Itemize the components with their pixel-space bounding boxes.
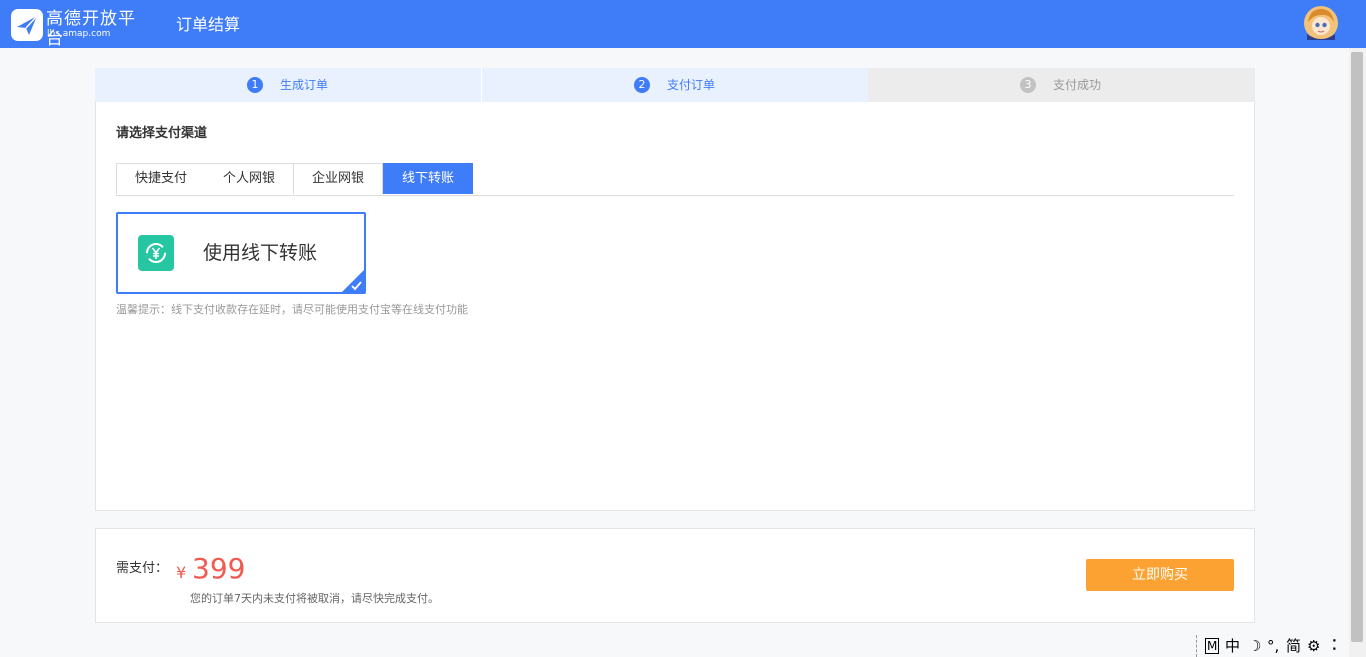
step-number: 1 (247, 77, 263, 93)
warm-tip-text: 温馨提示：线下支付收款存在延时，请尽可能使用支付宝等在线支付功能 (116, 303, 468, 316)
ime-toolbar: M 中 ☽ °, 简 ⚙ ⠅ (1196, 635, 1347, 657)
selected-check-icon (342, 270, 364, 292)
checkout-summary-card: 需支付： ¥ 399 您的订单7天内未支付将被取消，请尽快完成支付。 立即购买 (95, 528, 1255, 623)
ime-language-toggle[interactable]: 中 (1225, 635, 1240, 657)
ime-moon-icon[interactable]: ☽ (1248, 635, 1261, 657)
step-pay-order: 2 支付订单 (481, 68, 868, 102)
amount-due-label: 需支付： (116, 561, 169, 576)
yen-exchange-icon (138, 235, 174, 271)
logo-domain-text: lbs.amap.com (47, 29, 111, 39)
step-number: 2 (634, 77, 650, 93)
tab-offline-transfer[interactable]: 线下转账 (383, 163, 473, 194)
step-label: 支付成功 (1053, 78, 1102, 92)
offline-transfer-option[interactable]: 使用线下转账 (116, 212, 366, 294)
option-label: 使用线下转账 (203, 242, 318, 264)
tab-personal-bank[interactable]: 个人网银 (205, 163, 294, 194)
page-scrollbar[interactable] (1349, 48, 1366, 657)
ime-settings-gear-icon[interactable]: ⚙ (1307, 635, 1320, 657)
checkout-steps: 1 生成订单 2 支付订单 3 支付成功 (95, 68, 1255, 102)
step-number: 3 (1020, 77, 1036, 93)
step-label: 生成订单 (280, 78, 329, 92)
tab-quick-pay[interactable]: 快捷支付 (116, 163, 206, 194)
step-pay-success: 3 支付成功 (868, 68, 1255, 102)
step-generate-order: 1 生成订单 (95, 68, 481, 102)
currency-symbol: ¥ (176, 563, 187, 582)
payment-channel-card: 请选择支付渠道 快捷支付 个人网银 企业网银 线下转账 使用线下转账 温馨提示：… (95, 102, 1255, 511)
buy-now-button[interactable]: 立即购买 (1086, 559, 1234, 591)
tab-enterprise-bank[interactable]: 企业网银 (294, 163, 383, 194)
ime-script-toggle[interactable]: 简 (1286, 635, 1301, 657)
paper-plane-logo-icon (11, 9, 43, 41)
user-avatar[interactable] (1304, 6, 1338, 40)
step-label: 支付订单 (667, 78, 716, 92)
amount-due-value: 399 (192, 552, 246, 585)
scrollbar-thumb[interactable] (1351, 52, 1363, 642)
amap-logo[interactable]: 高德开放平台 lbs.amap.com (10, 8, 150, 49)
tab-divider (116, 195, 1234, 196)
top-nav-bar: 高德开放平台 lbs.amap.com 订单结算 (0, 0, 1366, 49)
ime-punctuation-toggle[interactable]: °, (1267, 635, 1279, 657)
ime-mode-indicator[interactable]: M (1205, 638, 1220, 654)
ime-more-icon[interactable]: ⠅ (1331, 635, 1342, 657)
cancel-notice: 您的订单7天内未支付将被取消，请尽快完成支付。 (190, 592, 439, 605)
page-title: 订单结算 (176, 15, 241, 34)
section-title: 请选择支付渠道 (116, 126, 208, 141)
